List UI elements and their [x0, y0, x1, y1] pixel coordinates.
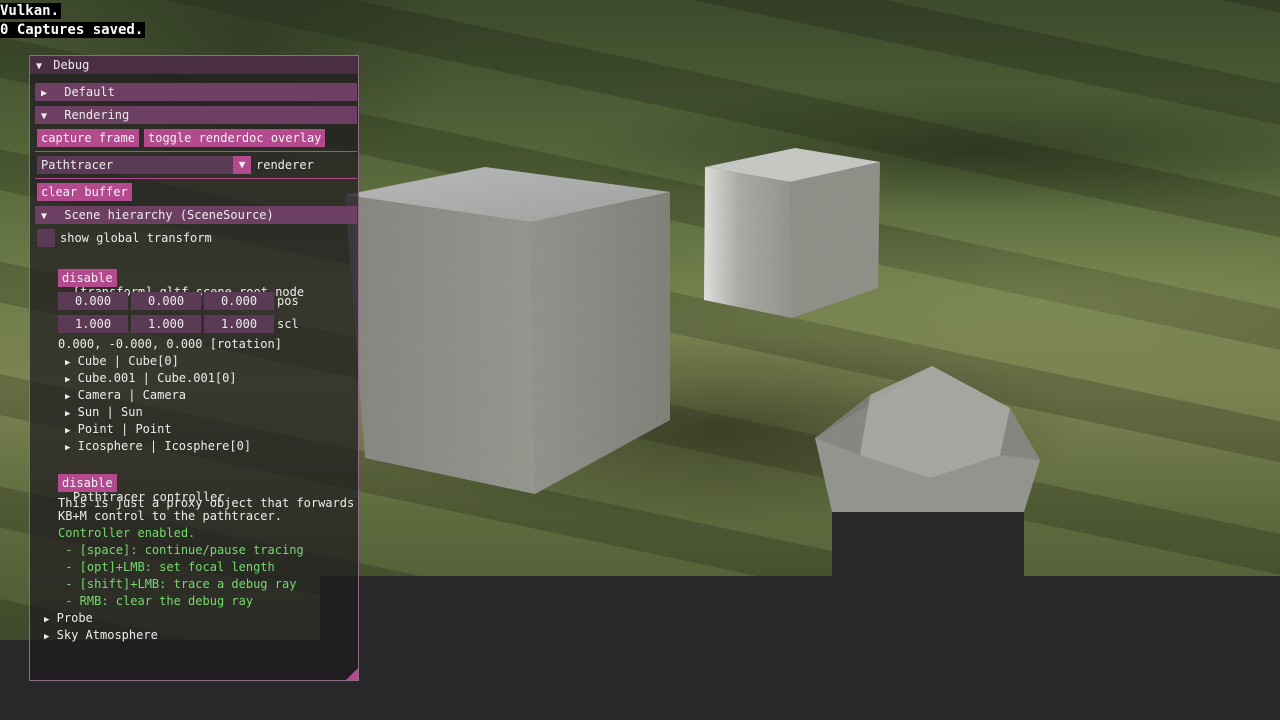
resize-grip-icon[interactable] — [346, 668, 358, 680]
icosphere — [815, 366, 1040, 512]
api-label: Vulkan. — [0, 3, 62, 19]
tree-node-sky-atmosphere-label: Sky Atmosphere — [56, 628, 158, 642]
expand-icon: ▶ — [44, 632, 50, 642]
controller-hint: - [shift]+LMB: trace a debug ray — [58, 577, 297, 591]
tree-node-child[interactable]: ▶ Point | Point — [65, 421, 172, 437]
tree-node-probe-label: Probe — [56, 611, 93, 625]
controller-hint: - RMB: clear the debug ray — [58, 594, 254, 608]
section-default-label: Default — [64, 85, 115, 99]
section-rendering[interactable]: ▼ Rendering — [35, 106, 357, 124]
pos-y-field[interactable]: 0.000 — [131, 292, 201, 310]
scl-label: scl — [277, 317, 299, 331]
show-global-transform-checkbox[interactable] — [37, 229, 55, 247]
expand-icon: ▶ — [65, 375, 71, 385]
expand-icon: ▶ — [65, 443, 71, 453]
scl-z-field[interactable]: 1.000 — [204, 315, 274, 333]
small-cube — [704, 148, 880, 318]
controller-disable-button[interactable]: disable — [58, 474, 117, 492]
expand-icon: ▶ — [41, 88, 48, 99]
separator — [35, 178, 357, 179]
captures-label: 0 Captures saved. — [0, 22, 146, 38]
pos-x-field[interactable]: 0.000 — [58, 292, 128, 310]
window-title: Debug — [53, 58, 90, 72]
chevron-down-icon[interactable]: ▼ — [233, 156, 251, 174]
toggle-renderdoc-overlay-button[interactable]: toggle renderdoc overlay — [144, 129, 326, 147]
show-global-transform-label: show global transform — [60, 231, 212, 245]
section-scene-hierarchy[interactable]: ▼ Scene hierarchy (SceneSource) — [35, 206, 357, 224]
pos-z-field[interactable]: 0.000 — [204, 292, 274, 310]
expand-icon: ▶ — [65, 392, 71, 402]
proxy-description: KB+M control to the pathtracer. — [58, 509, 282, 523]
tree-node-child[interactable]: ▶ Cube | Cube[0] — [65, 353, 179, 369]
scl-y-field[interactable]: 1.000 — [131, 315, 201, 333]
tree-node-root[interactable]: ▼ [transform] gltf scene root node — [44, 250, 304, 299]
tree-node-sky-atmosphere[interactable]: ▶ Sky Atmosphere — [44, 627, 158, 643]
tree-node-child-label: Cube.001 | Cube.001[0] — [77, 371, 237, 385]
pos-label: pos — [277, 294, 299, 308]
collapse-icon: ▼ — [41, 111, 48, 122]
window-titlebar[interactable]: ▼ Debug — [30, 56, 358, 74]
root-disable-button[interactable]: disable — [58, 269, 117, 287]
rotation-readout: 0.000, -0.000, 0.000 [rotation] — [58, 337, 282, 351]
tree-node-probe[interactable]: ▶ Probe — [44, 610, 93, 626]
controller-hint: - [opt]+LMB: set focal length — [58, 560, 275, 574]
renderer-label: renderer — [256, 158, 314, 172]
tree-node-child[interactable]: ▶ Cube.001 | Cube.001[0] — [65, 370, 237, 386]
tree-node-child-label: Cube | Cube[0] — [77, 354, 179, 368]
controller-status: Controller enabled. — [58, 526, 196, 540]
debug-window[interactable]: ▼ Debug ▶ Default ▼ Rendering capture fr… — [29, 55, 359, 681]
section-rendering-label: Rendering — [64, 108, 130, 122]
empty-region — [832, 512, 1024, 576]
tree-node-pathtracer-controller[interactable]: ▼ Pathtracer controller — [44, 455, 225, 504]
tree-node-child[interactable]: ▶ Icosphere | Icosphere[0] — [65, 438, 251, 454]
tree-node-child-label: Sun | Sun — [77, 405, 143, 419]
expand-icon: ▶ — [65, 358, 71, 368]
renderer-select[interactable]: Pathtracer — [37, 156, 251, 174]
collapse-icon: ▼ — [41, 211, 48, 222]
section-scene-hierarchy-label: Scene hierarchy (SceneSource) — [64, 208, 274, 222]
separator — [35, 151, 357, 152]
large-cube — [345, 167, 670, 494]
capture-frame-button[interactable]: capture frame — [37, 129, 139, 147]
tree-node-child-label: Point | Point — [77, 422, 172, 436]
expand-icon: ▶ — [44, 615, 50, 625]
tree-node-child[interactable]: ▶ Sun | Sun — [65, 404, 143, 420]
collapse-icon[interactable]: ▼ — [36, 58, 46, 76]
controller-hint: - [space]: continue/pause tracing — [58, 543, 304, 557]
clear-buffer-button[interactable]: clear buffer — [37, 183, 132, 201]
tree-node-child-label: Icosphere | Icosphere[0] — [77, 439, 252, 453]
expand-icon: ▶ — [65, 409, 71, 419]
expand-icon: ▶ — [65, 426, 71, 436]
section-default[interactable]: ▶ Default — [35, 83, 357, 101]
scl-x-field[interactable]: 1.000 — [58, 315, 128, 333]
tree-node-child[interactable]: ▶ Camera | Camera — [65, 387, 186, 403]
tree-node-child-label: Camera | Camera — [77, 388, 187, 402]
